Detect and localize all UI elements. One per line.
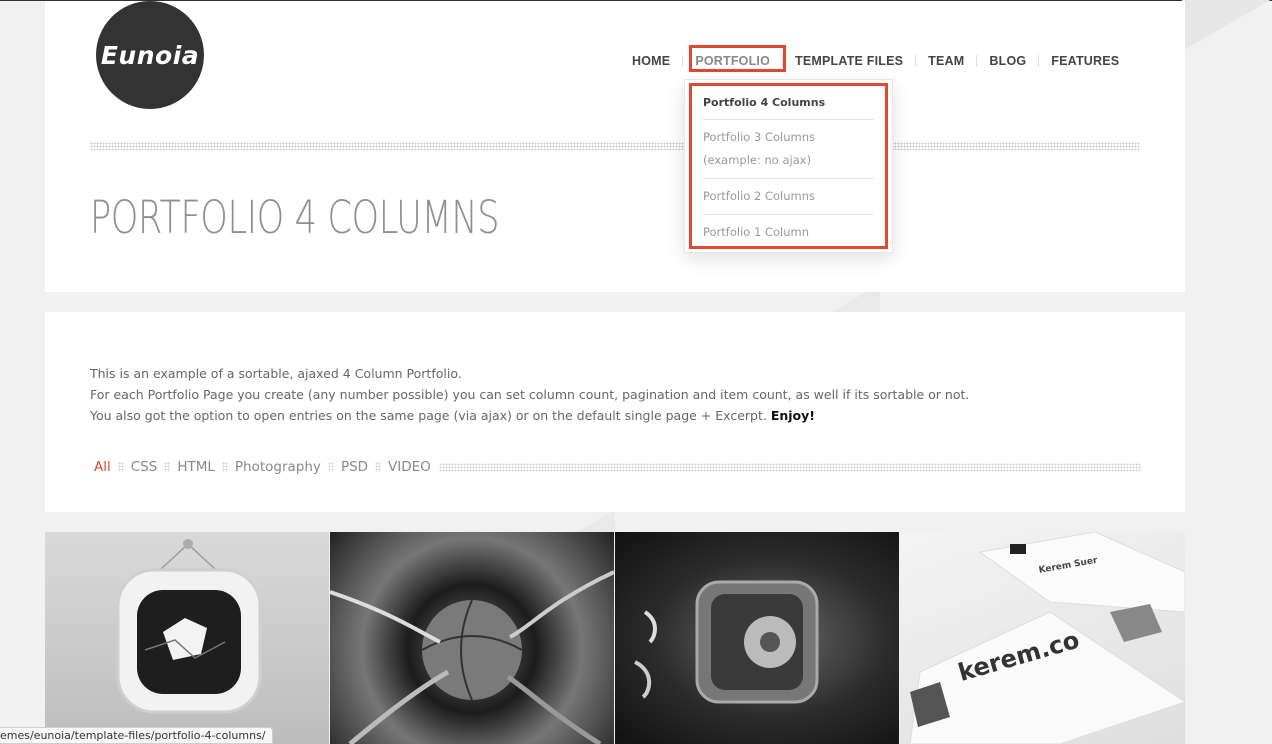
header-card: Eunoia HOME PORTFOLIO TEMPLATE FILES TEA…	[45, 1, 1185, 292]
filter-css[interactable]: CSS	[131, 459, 158, 475]
nav-item-template-files[interactable]: TEMPLATE FILES	[783, 51, 915, 71]
intro-line-3-text: You also got the option to open entries …	[90, 408, 767, 423]
intro-emphasis: Enjoy!	[770, 408, 815, 423]
background-decoration	[820, 292, 880, 312]
logo-text: Eunoia	[100, 40, 200, 70]
dropdown-highlight-box	[689, 83, 888, 249]
filter-photography[interactable]: Photography	[235, 459, 321, 475]
filter-separator	[117, 461, 124, 472]
header-divider	[90, 142, 1139, 150]
tv-icon	[116, 539, 262, 714]
nav-item-features[interactable]: FEATURES	[1039, 51, 1131, 71]
filter-video[interactable]: VIDEO	[388, 459, 431, 475]
content-card: This is an example of a sortable, ajaxed…	[45, 312, 1185, 512]
filter-psd[interactable]: PSD	[341, 459, 368, 475]
logo[interactable]: Eunoia	[96, 1, 204, 109]
intro-line-2: For each Portfolio Page you create (any …	[90, 387, 970, 402]
portfolio-filter: All CSS HTML Photography PSD VIDEO	[94, 456, 1141, 477]
page-title: PORTFOLIO 4 COLUMNS	[90, 191, 500, 244]
filter-all[interactable]: All	[94, 459, 111, 475]
filter-separator	[327, 461, 334, 472]
nav-item-team[interactable]: TEAM	[916, 51, 976, 71]
background-decoration	[575, 512, 615, 532]
portfolio-thumb-safe-icon[interactable]	[615, 532, 899, 744]
safe-icon	[633, 580, 819, 704]
nav-item-home[interactable]: HOME	[620, 51, 682, 71]
portfolio-thumb-tv-icon[interactable]	[45, 532, 329, 744]
filter-dotted-rule	[438, 462, 1141, 471]
portfolio-thumb-business-cards[interactable]: kerem.co Kerem Suer	[900, 532, 1185, 744]
portfolio-dropdown-menu: Portfolio 4 Columns Portfolio 3 Columns …	[684, 79, 893, 253]
portfolio-thumb-basketball-cables[interactable]	[330, 532, 614, 744]
intro-line-1: This is an example of a sortable, ajaxed…	[90, 366, 462, 381]
filter-separator	[164, 461, 171, 472]
intro-line-3: You also got the option to open entries …	[90, 405, 1130, 426]
filter-html[interactable]: HTML	[177, 459, 215, 475]
portfolio-highlight-box	[689, 45, 786, 72]
filter-separator	[375, 461, 382, 472]
nav-item-blog[interactable]: BLOG	[977, 51, 1038, 71]
basketball-icon	[330, 570, 614, 744]
intro-text: This is an example of a sortable, ajaxed…	[90, 363, 1130, 426]
browser-status-bar: emes/eunoia/template-files/portfolio-4-c…	[0, 727, 273, 744]
filter-separator	[221, 461, 228, 472]
background-decoration	[1182, 0, 1272, 60]
